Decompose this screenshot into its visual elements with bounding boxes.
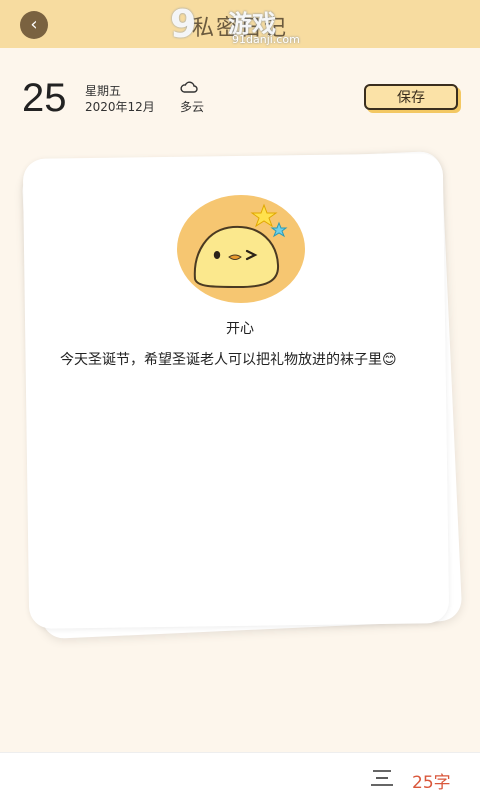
mood-label: 开心 [226, 321, 254, 337]
weather-label[interactable]: 多云 [180, 98, 204, 115]
cloud-icon[interactable] [180, 80, 198, 94]
happy-chick-icon [193, 203, 288, 289]
bottom-toolbar [0, 752, 480, 801]
diary-entry-text[interactable]: 今天圣诞节，希望圣诞老人可以把礼物放进的袜子里😊 [60, 348, 420, 372]
weekday-label: 星期五 [85, 84, 122, 98]
word-count: 25字 [412, 773, 451, 793]
text-align-icon[interactable] [370, 768, 394, 788]
date-day: 25 [22, 76, 67, 120]
top-navigation-bar: ‹ 私密日记 9 游戏 91danji.com [0, 0, 480, 48]
year-month-label: 2020年12月 [85, 100, 155, 114]
watermark-logo: 9 游戏 91danji.com [170, 0, 310, 52]
watermark-logo-mark: 9 [170, 2, 197, 46]
save-button[interactable]: 保存 [364, 84, 458, 110]
watermark-url: 91danji.com [232, 33, 300, 46]
